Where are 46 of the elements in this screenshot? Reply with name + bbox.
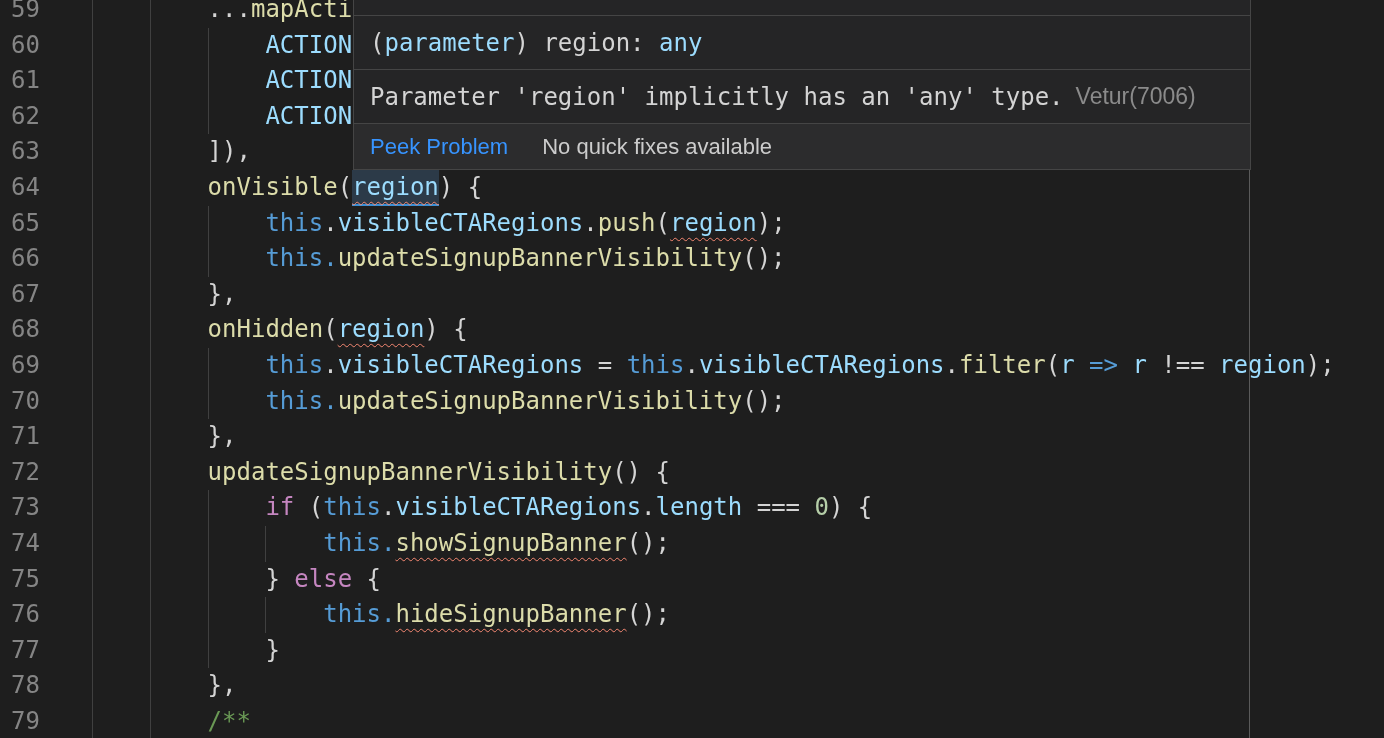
type-signature: (parameter) region: any [370,27,703,59]
code-line: this.updateSignupBannerVisibility(); [265,385,786,417]
line-number: 67 [10,278,40,310]
code-line: } else { [265,563,381,595]
line-number: 68 [10,314,40,346]
error-message: Parameter 'region' implicitly has an 'any' type. [370,81,1064,113]
line-number: 75 [10,563,40,595]
code-line: }, [207,278,237,310]
code-line: if (this.visibleCTARegions.length === 0) { [265,492,873,524]
line-number: 69 [10,349,40,381]
code-line: ACTION [265,100,353,132]
line-number: 76 [10,599,40,631]
line-number: 70 [10,385,40,417]
code-line: this.updateSignupBannerVisibility(); [265,243,786,275]
line-number: 72 [10,456,40,488]
code-line: /** [207,705,251,737]
error-source: Vetur(7006) [1075,82,1196,112]
code-line: }, [207,421,237,453]
code-line: ACTION [265,65,353,97]
code-line: }, [207,670,237,702]
line-number: 62 [10,100,40,132]
code-line: this.hideSignupBanner(); [323,599,670,631]
code-line: updateSignupBannerVisibility() { [207,456,670,488]
code-line: this.showSignupBanner(); [323,527,670,559]
code-line: onHidden(region) { [207,314,468,346]
code-line: this.visibleCTARegions = this.visibleCTARegions.filter(r => r !== region); [265,349,1335,381]
code-line: onVisible(region) { [207,169,483,206]
line-number: 60 [10,29,40,61]
line-number: 79 [10,705,40,737]
line-number: 64 [10,171,40,203]
code-line: ]), [207,136,251,168]
code-line: this.visibleCTARegions.push(region); [265,207,786,239]
line-number: 65 [10,207,40,239]
line-number: 77 [10,634,40,666]
peek-problem-link[interactable]: Peek Problem [370,130,509,163]
line-number: 59 [10,0,40,25]
code-line: ACTION [265,29,353,61]
line-number: 73 [10,492,40,524]
line-number: 61 [10,65,40,97]
line-number: 74 [10,527,40,559]
line-number: 78 [10,670,40,702]
line-number: 63 [10,136,40,168]
line-number: 71 [10,421,40,453]
quick-fix-status: No quick fixes available [542,133,773,161]
line-number: 66 [10,243,40,275]
code-line: } [265,634,280,666]
